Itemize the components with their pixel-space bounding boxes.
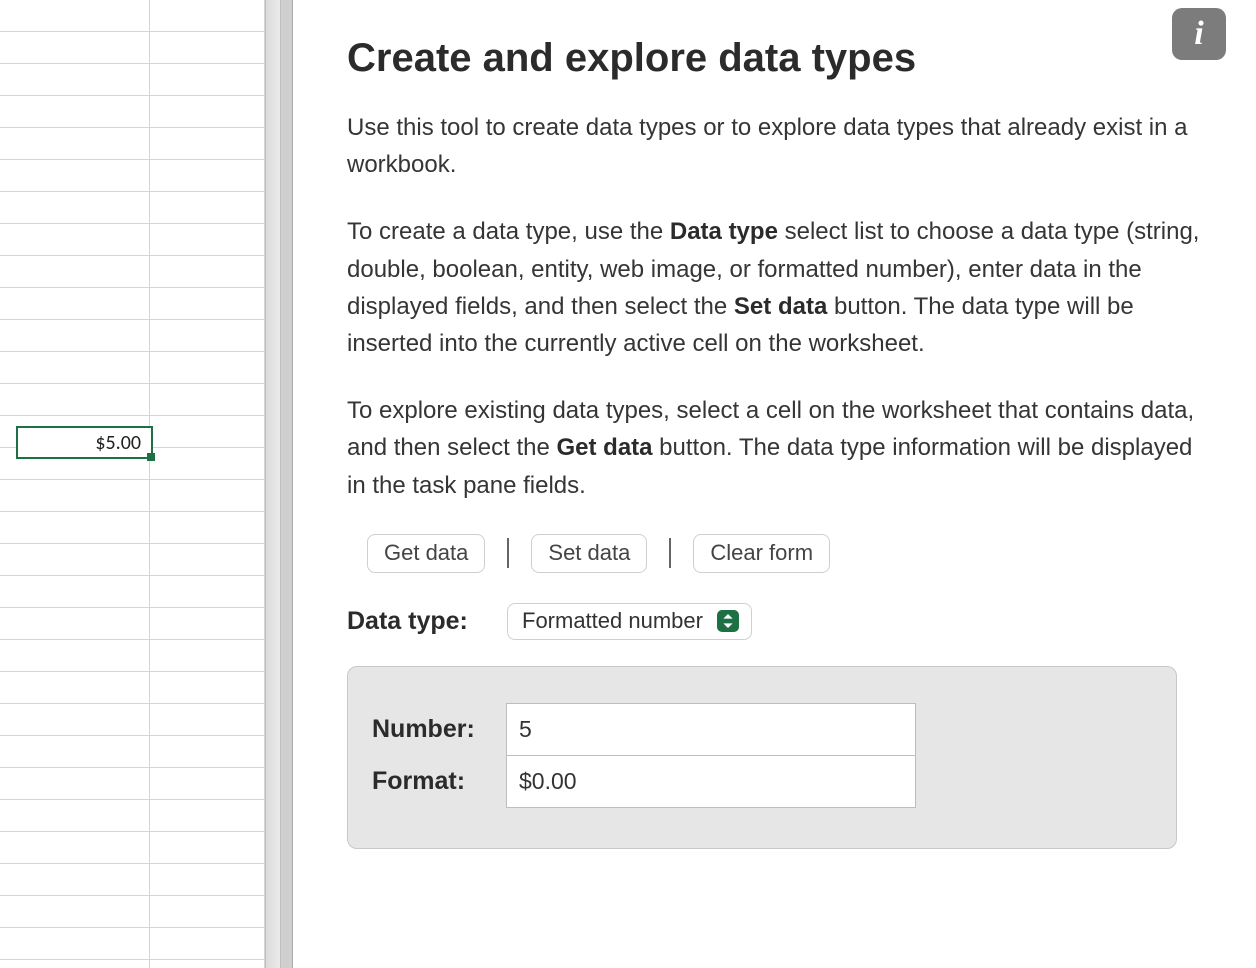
- format-input[interactable]: [506, 756, 916, 808]
- app-root: $5.00 i Create and explore data types Us…: [0, 0, 1256, 968]
- number-input[interactable]: [506, 703, 916, 756]
- select-stepper-icon: [717, 610, 739, 632]
- task-pane: i Create and explore data types Use this…: [293, 0, 1256, 968]
- info-icon[interactable]: i: [1172, 8, 1226, 60]
- spreadsheet-area[interactable]: $5.00: [0, 0, 265, 968]
- action-button-row: Get data Set data Clear form: [367, 534, 1210, 573]
- page-title: Create and explore data types: [347, 36, 1210, 81]
- pane-divider[interactable]: [265, 0, 293, 968]
- data-type-row: Data type: Formatted number: [347, 603, 1210, 640]
- grid[interactable]: [0, 0, 265, 968]
- format-label: Format:: [372, 767, 506, 796]
- vertical-scrollbar[interactable]: [265, 0, 281, 968]
- number-row: Number:: [372, 703, 916, 756]
- set-data-button[interactable]: Set data: [531, 534, 647, 573]
- divider: [669, 538, 671, 568]
- intro-text: Use this tool to create data types or to…: [347, 109, 1210, 504]
- data-type-label: Data type:: [347, 607, 487, 636]
- selected-cell[interactable]: $5.00: [16, 426, 153, 459]
- selected-cell-value: $5.00: [95, 431, 141, 455]
- data-type-select[interactable]: Formatted number: [507, 603, 752, 640]
- clear-form-button[interactable]: Clear form: [693, 534, 830, 573]
- fill-handle[interactable]: [147, 453, 155, 461]
- format-row: Format:: [372, 756, 916, 808]
- divider: [507, 538, 509, 568]
- number-label: Number:: [372, 715, 506, 744]
- intro-para-1: Use this tool to create data types or to…: [347, 109, 1210, 183]
- intro-para-3: To explore existing data types, select a…: [347, 392, 1210, 504]
- intro-para-2: To create a data type, use the Data type…: [347, 213, 1210, 362]
- info-icon-label: i: [1194, 15, 1203, 53]
- data-type-select-value: Formatted number: [522, 608, 703, 634]
- pane-edge: [281, 0, 293, 968]
- form-box: Number: Format:: [347, 666, 1177, 849]
- get-data-button[interactable]: Get data: [367, 534, 485, 573]
